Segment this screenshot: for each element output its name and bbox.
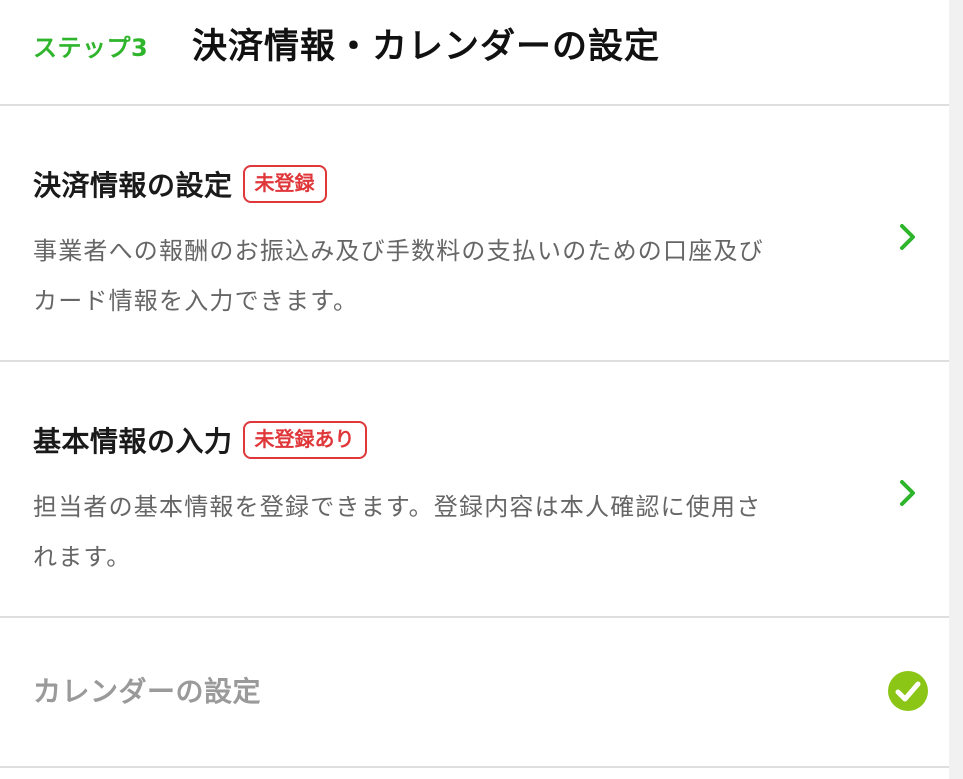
page: ステップ3 決済情報・カレンダーの設定 決済情報の設定 未登録 事業者への報酬の… [0,0,963,779]
description-line: カード情報を入力できます。 [33,287,359,315]
section-description: 事業者への報酬のお振込み及び手数料の支払いのための口座及び カード情報を入力でき… [33,226,863,326]
section-title-row: 基本情報の入力 未登録あり [33,420,367,460]
unregistered-badge: 未登録 [242,165,327,203]
section-title-row: 決済情報の設定 未登録 [33,164,327,204]
section-title: カレンダーの設定 [33,675,262,708]
section-description: 担当者の基本情報を登録できます。登録内容は本人確認に使用さ れます。 [33,482,863,582]
chevron-right-icon[interactable] [897,222,919,252]
description-line: れます。 [33,543,132,571]
step-label: ステップ3 [33,34,149,62]
check-circle-icon [888,671,928,711]
chevron-right-icon[interactable] [897,478,919,508]
calendar-settings-item: カレンダーの設定 [0,618,949,768]
scrollbar[interactable] [949,0,963,779]
description-line: 事業者への報酬のお振込み及び手数料の支払いのための口座及び [33,237,764,265]
partially-unregistered-badge: 未登録あり [242,421,367,459]
page-header: ステップ3 決済情報・カレンダーの設定 [0,0,949,106]
main-content: ステップ3 決済情報・カレンダーの設定 決済情報の設定 未登録 事業者への報酬の… [0,0,949,779]
section-title: 決済情報の設定 [33,169,233,202]
page-title: 決済情報・カレンダーの設定 [192,27,661,67]
description-line: 担当者の基本情報を登録できます。登録内容は本人確認に使用さ [33,493,762,521]
section-title-row: カレンダーの設定 [33,670,261,710]
basic-info-item[interactable]: 基本情報の入力 未登録あり 担当者の基本情報を登録できます。登録内容は本人確認に… [0,362,949,618]
payment-settings-item[interactable]: 決済情報の設定 未登録 事業者への報酬のお振込み及び手数料の支払いのための口座及… [0,106,949,362]
section-title: 基本情報の入力 [33,425,233,458]
